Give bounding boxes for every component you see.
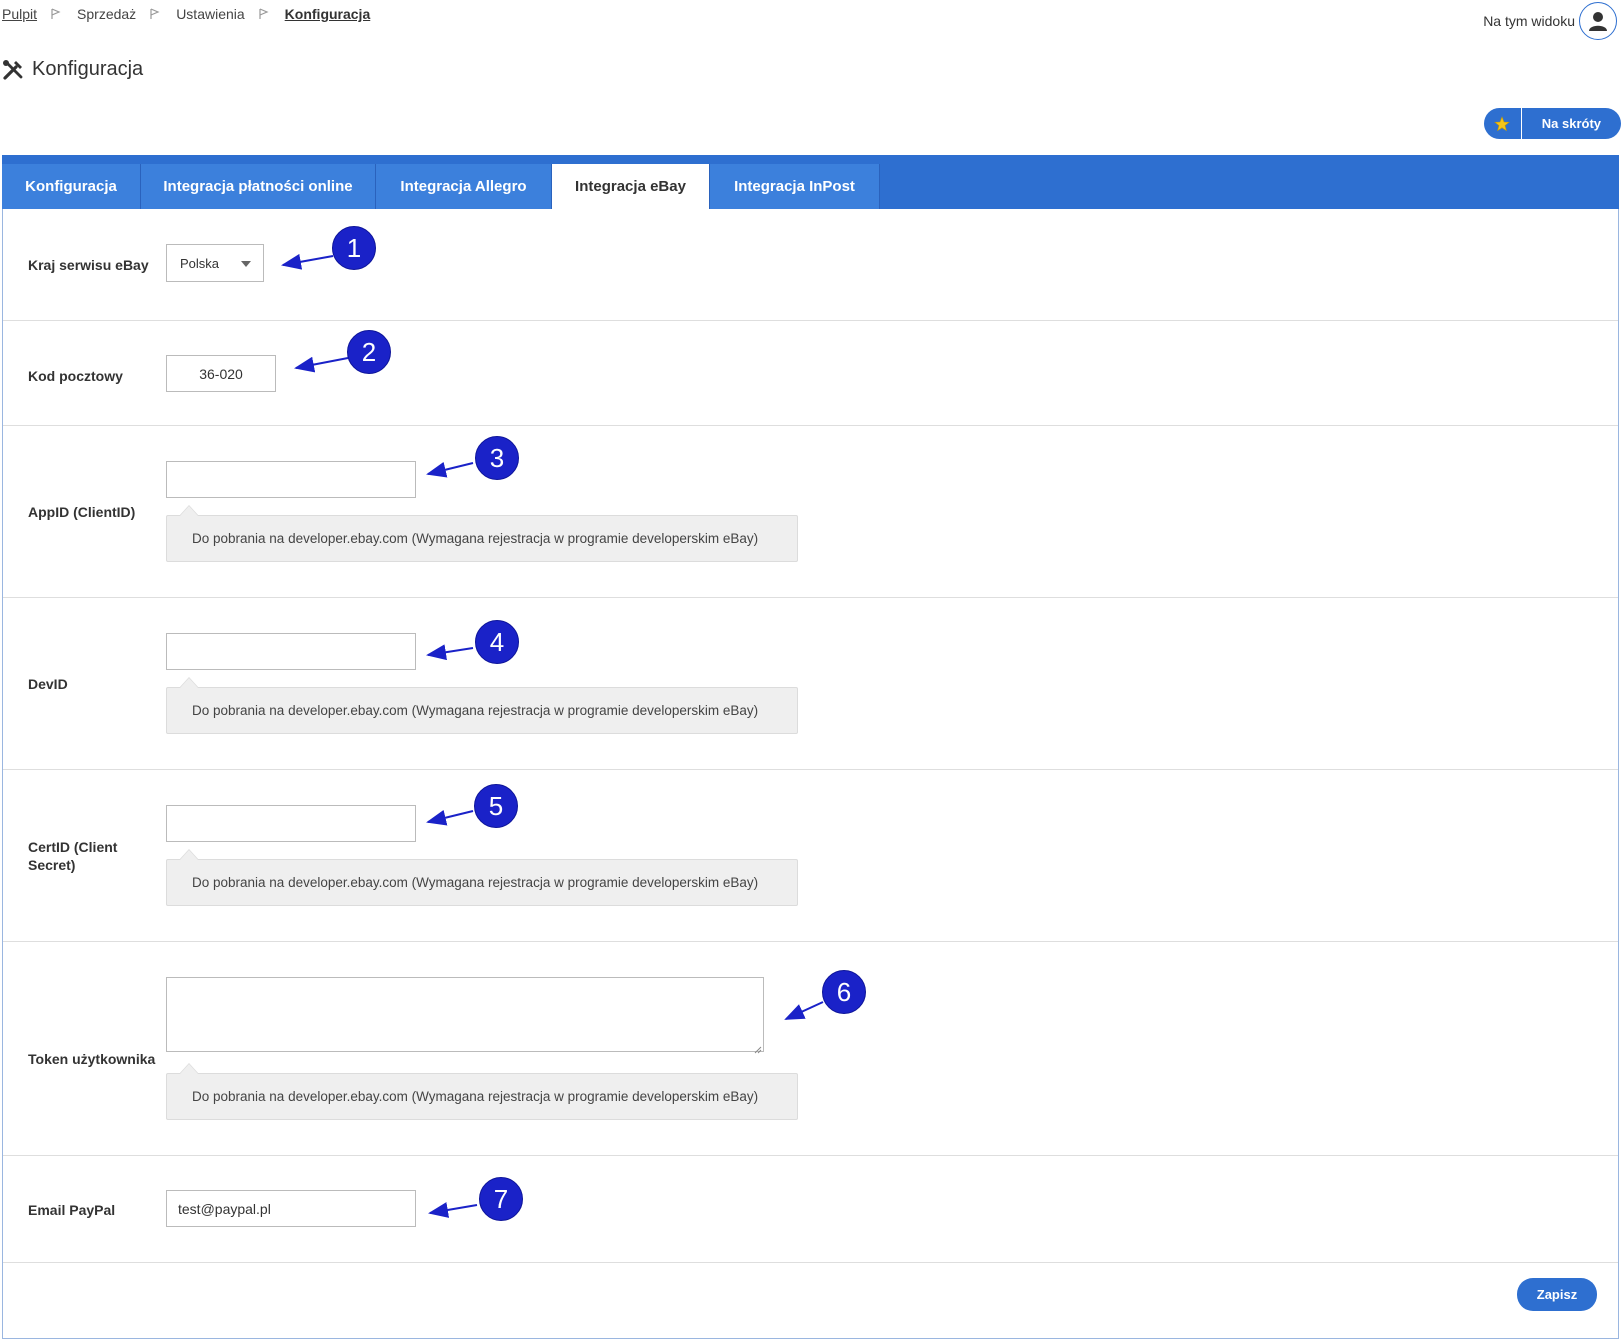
devid-hint-text: Do pobrania na developer.ebay.com (Wymag…	[192, 703, 759, 718]
flag-icon	[150, 8, 164, 20]
certid-hint-text: Do pobrania na developer.ebay.com (Wymag…	[192, 875, 759, 890]
chevron-down-icon	[241, 261, 251, 267]
ebay-settings-panel: Kraj serwisu eBay Polska Kod pocztowy 36…	[2, 209, 1619, 1339]
breadcrumb-ustawienia[interactable]: Ustawienia	[176, 6, 244, 22]
marker-1: 1	[332, 226, 376, 270]
save-button[interactable]: Zapisz	[1517, 1278, 1597, 1311]
country-label: Kraj serwisu eBay	[28, 257, 149, 273]
marker-6: 6	[822, 970, 866, 1014]
devid-hint: Do pobrania na developer.ebay.com (Wymag…	[166, 677, 798, 734]
tab-ebay[interactable]: Integracja eBay	[552, 164, 710, 209]
flag-icon	[51, 8, 65, 20]
country-select[interactable]: Polska	[166, 244, 264, 282]
devid-label: DevID	[28, 676, 68, 692]
row-token: Token użytkownika Do pobrania na develop…	[3, 942, 1618, 1156]
devid-input[interactable]	[166, 633, 416, 670]
shortcut-label: Na skróty	[1541, 116, 1601, 131]
tab-allegro[interactable]: Integracja Allegro	[376, 164, 552, 209]
resize-handle-icon[interactable]	[753, 1041, 762, 1054]
certid-input[interactable]	[166, 805, 416, 842]
appid-input[interactable]	[166, 461, 416, 498]
breadcrumb: Pulpit Sprzedaż Ustawienia Konfiguracja	[2, 6, 370, 22]
row-paypal: Email PayPal test@paypal.pl	[3, 1156, 1618, 1263]
page-title: Konfiguracja	[2, 58, 143, 81]
star-icon	[1484, 108, 1522, 139]
marker-5: 5	[474, 784, 518, 828]
token-label: Token użytkownika	[28, 1051, 156, 1067]
marker-2: 2	[347, 330, 391, 374]
flag-icon	[259, 8, 273, 20]
appid-hint-text: Do pobrania na developer.ebay.com (Wymag…	[192, 531, 759, 546]
tab-platnosci-online[interactable]: Integracja płatności online	[141, 164, 376, 209]
certid-label-line2: Secret)	[28, 857, 76, 873]
certid-label: CertID (Client Secret)	[28, 838, 117, 874]
tab-bar: Konfiguracja Integracja płatności online…	[2, 155, 1619, 209]
postal-label: Kod pocztowy	[28, 368, 123, 384]
row-certid: CertID (Client Secret) Do pobrania na de…	[3, 770, 1618, 942]
tab-inpost[interactable]: Integracja InPost	[710, 164, 880, 209]
tools-icon	[2, 59, 24, 81]
certid-label-line1: CertID (Client	[28, 839, 118, 855]
breadcrumb-sprzedaz[interactable]: Sprzedaż	[77, 6, 136, 22]
breadcrumb-pulpit[interactable]: Pulpit	[2, 6, 37, 22]
paypal-label: Email PayPal	[28, 1202, 116, 1218]
paypal-input[interactable]: test@paypal.pl	[166, 1190, 416, 1227]
page-title-text: Konfiguracja	[32, 58, 144, 80]
marker-7: 7	[479, 1177, 523, 1221]
view-label: Na tym widoku	[1483, 13, 1575, 29]
row-postal: Kod pocztowy 36-020	[3, 321, 1618, 426]
marker-3: 3	[475, 436, 519, 480]
breadcrumb-konfiguracja[interactable]: Konfiguracja	[285, 6, 371, 22]
postal-input[interactable]: 36-020	[166, 355, 276, 392]
appid-hint: Do pobrania na developer.ebay.com (Wymag…	[166, 505, 798, 562]
certid-hint: Do pobrania na developer.ebay.com (Wymag…	[166, 849, 798, 906]
tab-konfiguracja[interactable]: Konfiguracja	[2, 164, 141, 209]
marker-4: 4	[475, 620, 519, 664]
row-country: Kraj serwisu eBay Polska	[3, 209, 1618, 321]
token-hint-text: Do pobrania na developer.ebay.com (Wymag…	[192, 1089, 759, 1104]
row-appid: AppID (ClientID) Do pobrania na develope…	[3, 426, 1618, 598]
shortcut-button[interactable]: Na skróty	[1483, 108, 1621, 139]
view-user-menu[interactable]: Na tym widoku	[1483, 2, 1617, 40]
country-value: Polska	[180, 255, 220, 271]
token-hint: Do pobrania na developer.ebay.com (Wymag…	[166, 1063, 798, 1120]
row-devid: DevID Do pobrania na developer.ebay.com …	[3, 598, 1618, 770]
token-textarea[interactable]	[166, 977, 764, 1054]
appid-label: AppID (ClientID)	[28, 504, 136, 520]
user-icon[interactable]	[1579, 2, 1617, 40]
